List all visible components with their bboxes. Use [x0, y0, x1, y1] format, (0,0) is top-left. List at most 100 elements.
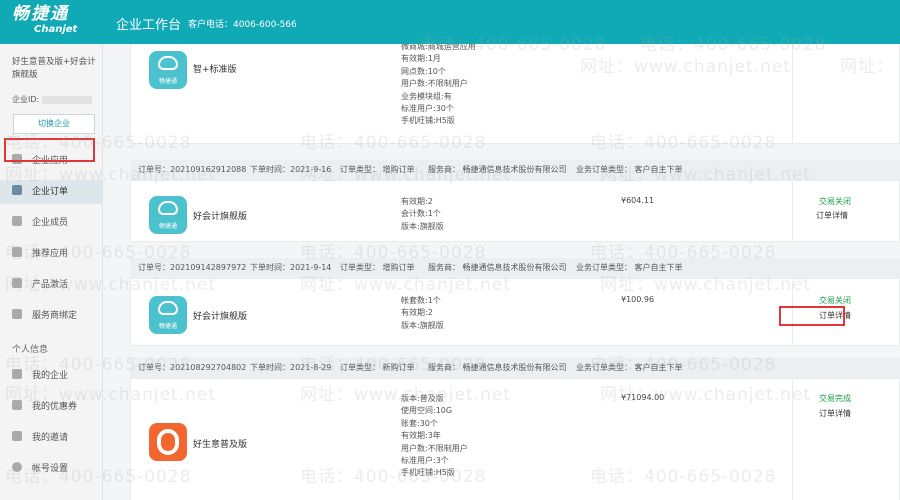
spec-list: 微商城:商城运营应用 有效期:1月 网点数:10个 用户数:不限制用户 业务模块… — [401, 44, 476, 128]
spec-item: 标准用户:30个 — [401, 104, 454, 114]
sidebar-item-provider-binding[interactable]: 服务商绑定 — [0, 304, 103, 328]
sidebar-item-recommended[interactable]: 推荐应用 — [0, 242, 103, 266]
spec-list: 版本:普及版 使用空间:10G 账套:30个 有效期:3年 用户数:不限制用户 … — [401, 393, 468, 480]
app-name: 好生意普及版 — [193, 440, 248, 450]
order-time: 下单时间：2021-9-16 — [250, 165, 332, 174]
app-icon-caption: 畅捷通 — [158, 323, 177, 330]
company-id: 企业ID: — [12, 94, 93, 105]
spec-item: 有效期:2 — [401, 197, 433, 206]
app-name: 好会计旗舰版 — [193, 312, 248, 322]
spec-list: 有效期:2 会计数:1个 版本:旗舰版 — [401, 196, 444, 233]
app-icon-chanjet: 畅捷通 — [149, 196, 187, 234]
sidebar-item-label: 我的优惠券 — [32, 402, 78, 412]
sidebar-item-members[interactable]: 企业成员 — [0, 211, 103, 235]
column-divider — [792, 44, 793, 145]
order-time: 下单时间：2021-8-29 — [250, 363, 332, 372]
order-card: 畅捷通 好会计旗舰版 有效期:2 会计数:1个 版本:旗舰版 ¥604.11 交… — [130, 180, 900, 243]
app-icon-hao-shengyi — [149, 423, 187, 461]
sidebar-item-orders[interactable]: 企业订单 — [0, 180, 103, 204]
column-divider — [792, 181, 793, 243]
order-type: 订单类型： 增购订单 — [340, 165, 415, 174]
service-provider: 服务商： 畅捷通信息技术股份有限公司 — [428, 363, 567, 372]
app-icon-caption: 畅捷通 — [158, 78, 177, 85]
spec-item: 版本:旗舰版 — [401, 320, 444, 330]
spec-item: 微商城:商城运营应用 — [401, 44, 476, 51]
orders-panel: 畅捷通 智+标准版 微商城:商城运营应用 有效期:1月 网点数:10个 用户数:… — [103, 44, 900, 500]
order-type: 订单类型： 新购订单 — [340, 363, 415, 372]
spec-item: 会计数:1个 — [401, 209, 441, 219]
spec-item: 有效期:1月 — [401, 54, 441, 64]
personal-info-label: 个人信息 — [12, 345, 49, 355]
sidebar-item-label: 企业订单 — [32, 187, 69, 197]
business-order-type: 业务订单类型： 客户自主下单 — [576, 165, 683, 174]
sidebar-item-label: 服务商绑定 — [32, 311, 78, 321]
app-icon-chanjet: 畅捷通 — [149, 296, 187, 334]
spec-item: 版本:旗舰版 — [401, 221, 444, 231]
chanjet-logo[interactable]: 畅捷通 Chanjet — [12, 4, 82, 40]
sidebar-item-my-company[interactable]: 我的企业 — [0, 364, 103, 388]
cloud-icon — [158, 56, 178, 70]
highlight-box-order-detail — [779, 306, 845, 326]
order-price: ¥100.96 — [621, 295, 655, 304]
order-detail-link[interactable]: 订单详情 — [819, 408, 851, 419]
spec-item: 标准用户:3个 — [401, 456, 449, 466]
app-icon-chanjet: 畅捷通 — [149, 51, 187, 89]
order-status: 交易关闭 — [819, 197, 851, 206]
sidebar-item-label: 帐号设置 — [32, 464, 69, 474]
company-name: 好生意普及版+好会计旗舰版 — [12, 57, 96, 80]
star-icon — [12, 247, 22, 257]
app-name: 好会计旗舰版 — [193, 212, 248, 222]
sidebar: 好生意普及版+好会计旗舰版 企业ID: 切换企业 企业应用 企业订单 企业成员 … — [0, 44, 103, 500]
sidebar-item-my-invites[interactable]: 我的邀请 — [0, 426, 103, 450]
app-name: 智+标准版 — [193, 65, 237, 75]
switch-company-button[interactable]: 切换企业 — [13, 114, 95, 134]
app-icon-caption: 畅捷通 — [158, 223, 177, 230]
logo-text-cn: 畅捷通 — [12, 4, 69, 24]
spec-item: 有效期:2 — [401, 308, 433, 318]
gear-icon — [12, 462, 22, 472]
order-price: ¥71094.00 — [621, 393, 665, 402]
coupon-icon — [12, 400, 22, 410]
spec-item: 有效期:3年 — [401, 431, 441, 441]
highlight-box-orders — [4, 138, 95, 162]
document-icon — [12, 185, 22, 195]
order-header: 订单号：202109142897972 下单时间：2021-9-14 订单类型：… — [130, 258, 900, 278]
order-number: 订单号：202109142897972 — [138, 263, 247, 272]
order-status: 交易关闭 — [819, 296, 851, 305]
card-icon — [12, 278, 22, 288]
spec-item: 手机旺铺:H5版 — [401, 116, 455, 126]
spec-item: 业务模块组:有 — [401, 91, 452, 101]
order-header: 订单号：202108292704802 下单时间：2021-8-29 订单类型：… — [130, 358, 900, 378]
top-bar: 畅捷通 Chanjet 企业工作台 客户电话：4006-600-566 — [0, 0, 900, 44]
order-header: 订单号：202109162912088 下单时间：2021-9-16 订单类型：… — [130, 160, 900, 180]
building-icon — [12, 216, 22, 226]
customer-phone: 客户电话：4006-600-566 — [188, 20, 297, 30]
spec-item: 版本:普及版 — [401, 394, 444, 403]
order-time: 下单时间：2021-9-14 — [250, 263, 332, 272]
sidebar-item-label: 我的企业 — [32, 371, 69, 381]
sidebar-item-account-settings[interactable]: 帐号设置 — [0, 457, 103, 481]
spec-item: 使用空间:10G — [401, 406, 453, 416]
spec-item: 手机旺铺:H5版 — [401, 468, 455, 478]
order-detail-link[interactable]: 订单详情 — [816, 210, 848, 221]
sidebar-item-my-coupons[interactable]: 我的优惠券 — [0, 395, 103, 419]
order-status: 交易完成 — [819, 394, 851, 403]
sidebar-item-label: 产品激活 — [32, 280, 69, 290]
bag-icon — [12, 369, 22, 379]
business-order-type: 业务订单类型： 客户自主下单 — [576, 263, 683, 272]
link-icon — [12, 309, 22, 319]
spec-item: 帐套数:1个 — [401, 296, 441, 305]
company-id-mask — [42, 95, 93, 104]
service-provider: 服务商： 畅捷通信息技术股份有限公司 — [428, 263, 567, 272]
order-price: ¥604.11 — [621, 196, 655, 205]
sidebar-item-activation[interactable]: 产品激活 — [0, 273, 103, 297]
spec-item: 网点数:10个 — [401, 66, 446, 76]
column-divider — [792, 379, 793, 500]
cloud-icon — [158, 301, 178, 315]
spec-list: 帐套数:1个 有效期:2 版本:旗舰版 — [401, 295, 444, 332]
sidebar-item-label: 我的邀请 — [32, 433, 69, 443]
cloud-icon — [158, 201, 178, 215]
sidebar-item-label: 企业成员 — [32, 218, 69, 228]
logo-text-en: Chanjet — [34, 24, 78, 35]
order-card: 好生意普及版 版本:普及版 使用空间:10G 账套:30个 有效期:3年 用户数… — [130, 378, 900, 500]
